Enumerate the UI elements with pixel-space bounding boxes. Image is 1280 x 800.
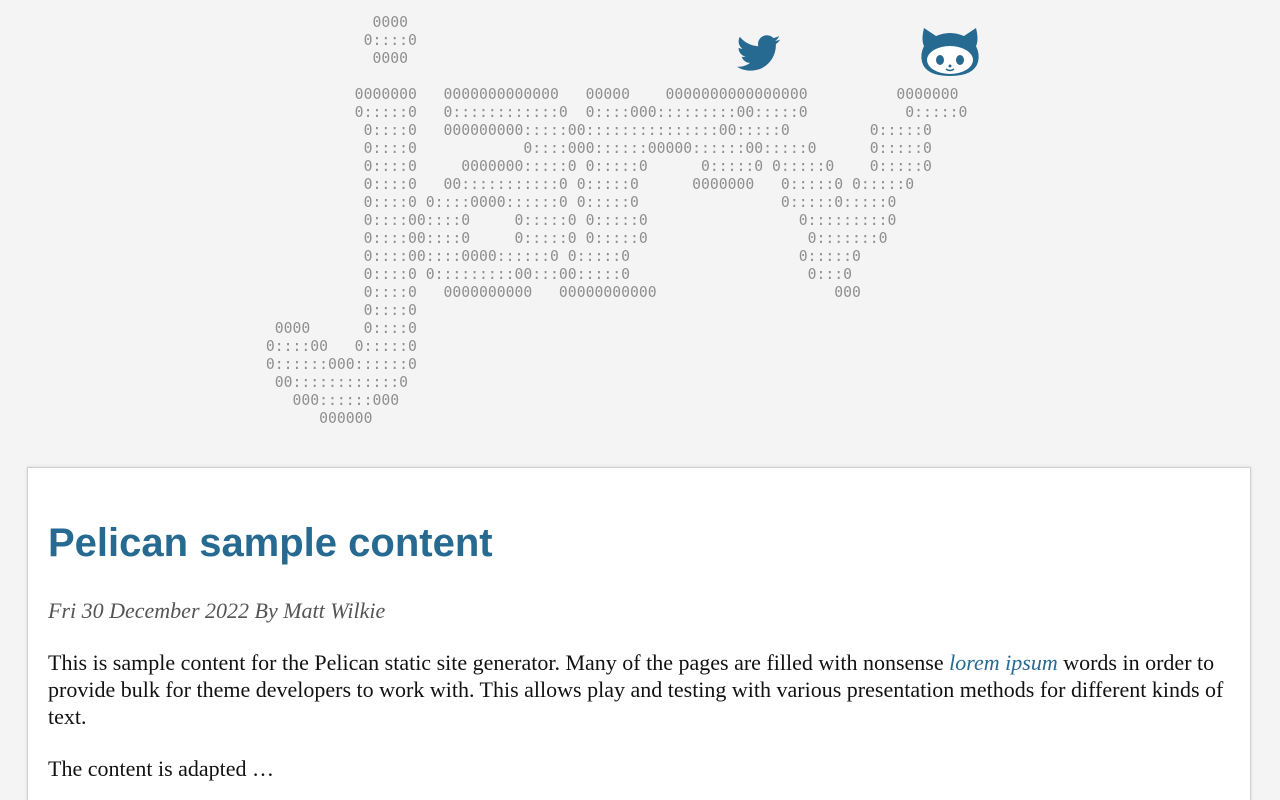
- article-card: Pelican sample content Fri 30 December 2…: [27, 467, 1251, 800]
- article-continued: The content is adapted …: [48, 756, 275, 781]
- article-summary: This is sample content for the Pelican s…: [48, 649, 1238, 730]
- summary-text-before: This is sample content for the Pelican s…: [48, 650, 950, 675]
- github-link[interactable]: [918, 22, 982, 78]
- twitter-bird-icon: [727, 30, 789, 76]
- ascii-art-logo: 0000 0::::0 0000 0000000 0000000000000 0…: [265, 14, 968, 427]
- article-title-link[interactable]: Pelican sample content: [48, 520, 493, 566]
- twitter-link[interactable]: [727, 30, 789, 76]
- github-octocat-icon: [918, 22, 982, 78]
- lorem-ipsum-link[interactable]: lorem ipsum: [949, 650, 1058, 675]
- article-meta: Fri 30 December 2022 By Matt Wilkie: [48, 598, 386, 623]
